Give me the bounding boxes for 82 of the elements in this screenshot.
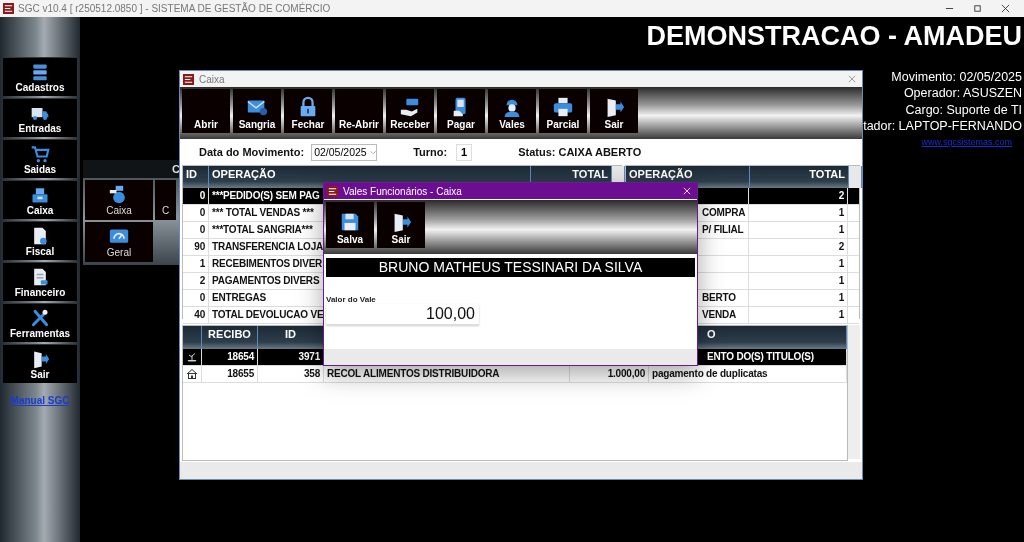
plant-icon: [186, 351, 198, 363]
stack-icon: [30, 62, 50, 82]
floppy-icon: [339, 211, 361, 233]
toolbar-button[interactable]: Re-Abrir: [335, 89, 383, 133]
table-cell: VENDA: [702, 309, 736, 320]
info-text: Operador: ASUSZEN: [903, 85, 1022, 102]
shift-field[interactable]: 1: [456, 143, 473, 161]
app-logo-icon: [3, 3, 14, 14]
sidebar-button[interactable]: Caixa: [3, 180, 77, 219]
table-cell: 1: [749, 205, 848, 221]
table-cell: 1: [749, 256, 848, 272]
submenu-button[interactable]: C: [155, 180, 176, 220]
toolbar-button[interactable]: Sangria: [233, 89, 281, 133]
chevron-icon: [369, 149, 377, 155]
hand-money-icon: [399, 96, 421, 118]
table-cell: 18655: [202, 366, 258, 382]
table-cell: 18654: [202, 349, 258, 365]
sidebar-button[interactable]: Fiscal: [3, 221, 77, 260]
sidebar-button[interactable]: Sair: [3, 344, 77, 383]
table-cell: 90: [183, 239, 209, 255]
table-cell: 2: [749, 188, 848, 204]
close-icon[interactable]: [1001, 4, 1010, 13]
table-cell: 1: [749, 273, 848, 289]
table-cell: 1: [749, 307, 848, 323]
info-text: tador: LAPTOP-FERNANDO: [863, 117, 1022, 135]
sidebar-button[interactable]: Ferramentas: [3, 303, 77, 342]
app-logo-icon: [327, 185, 338, 197]
sidebar-button[interactable]: Cadastros: [3, 57, 77, 96]
maximize-icon[interactable]: [973, 4, 982, 13]
submenu-button[interactable]: Geral: [85, 222, 153, 262]
sidebar-button[interactable]: Saidas: [3, 139, 77, 178]
table-row[interactable]: 18655 358 RECOL ALIMENTOS DISTRIBUIDORA 1.000,00 pagamento de duplicatas: [183, 366, 847, 383]
shift-label: Turno:: [413, 146, 448, 158]
table-cell: ENTO DO(S) TITULO(S): [707, 351, 814, 362]
window-title: SGC v10.4 [ r250512.0850 ] - SISTEMA DE GESTÃO DE COMÉRCIO: [18, 3, 331, 14]
date-label: Data do Movimento:: [199, 146, 305, 158]
scrollbar[interactable]: [849, 166, 862, 188]
table-cell: 0: [183, 188, 209, 204]
company-title: DEMONSTRACAO - AMADEU: [646, 21, 1022, 52]
table-cell: 0: [183, 222, 209, 238]
toolbar-button[interactable]: Receber: [386, 89, 434, 133]
toolbar-button[interactable]: Salva: [326, 202, 374, 248]
table-cell: BERTO: [702, 292, 736, 303]
table-cell: 1.000,00: [607, 368, 645, 379]
table-cell: 0: [183, 290, 209, 306]
employee-name: BRUNO MATHEUS TESSINARI DA SILVA: [326, 258, 695, 277]
table-cell: 2: [183, 273, 209, 289]
table-cell: RECOL ALIMENTOS DISTRIBUIDORA: [327, 368, 500, 379]
toolbar-button[interactable]: Sair: [590, 89, 638, 133]
sidebar-button[interactable]: Entradas: [3, 98, 77, 137]
window-title: Caixa: [199, 73, 225, 85]
table-cell: 1: [183, 256, 209, 272]
amount-field[interactable]: 100,00: [326, 304, 479, 325]
date-picker[interactable]: 02/05/2025: [311, 143, 378, 161]
cart-icon: [30, 144, 50, 164]
amount-label: Valor do Vale: [325, 295, 377, 304]
toolbar-button[interactable]: Sair: [377, 202, 425, 248]
toolbar-button[interactable]: Abrir: [182, 89, 230, 133]
tools-icon: [30, 308, 50, 328]
table-cell: 1: [749, 222, 848, 238]
toolbar-button[interactable]: Vales: [488, 89, 536, 133]
submenu-title: C: [172, 163, 180, 175]
table-cell: P/ FILIAL: [702, 224, 744, 235]
printer-icon: [552, 96, 574, 118]
info-text: Movimento: 02/05/2025: [891, 69, 1022, 86]
table-cell: 2: [749, 239, 848, 255]
table-cell: 40: [183, 307, 209, 323]
dialog-title: Vales Funcionários - Caixa: [343, 185, 462, 197]
table-cell: 1: [749, 290, 848, 306]
info-text: Cargo: Suporte de TI: [905, 101, 1022, 118]
table-cell: COMPRA: [702, 207, 746, 218]
table-cell: pagamento de duplicatas: [652, 368, 768, 379]
toolbar-button[interactable]: Fechar: [284, 89, 332, 133]
status-text: Status: CAIXA ABERTO: [518, 146, 642, 158]
toolbar-button[interactable]: Parcial: [539, 89, 587, 133]
toolbar-button[interactable]: Pagar: [437, 89, 485, 133]
scrollbar[interactable]: [848, 325, 860, 459]
submenu-button[interactable]: Caixa: [85, 180, 153, 220]
cash-register-icon: [30, 185, 50, 205]
sidebar-button[interactable]: Financeiro: [3, 262, 77, 301]
house-icon: [186, 368, 198, 380]
table-cell: 0: [183, 205, 209, 221]
